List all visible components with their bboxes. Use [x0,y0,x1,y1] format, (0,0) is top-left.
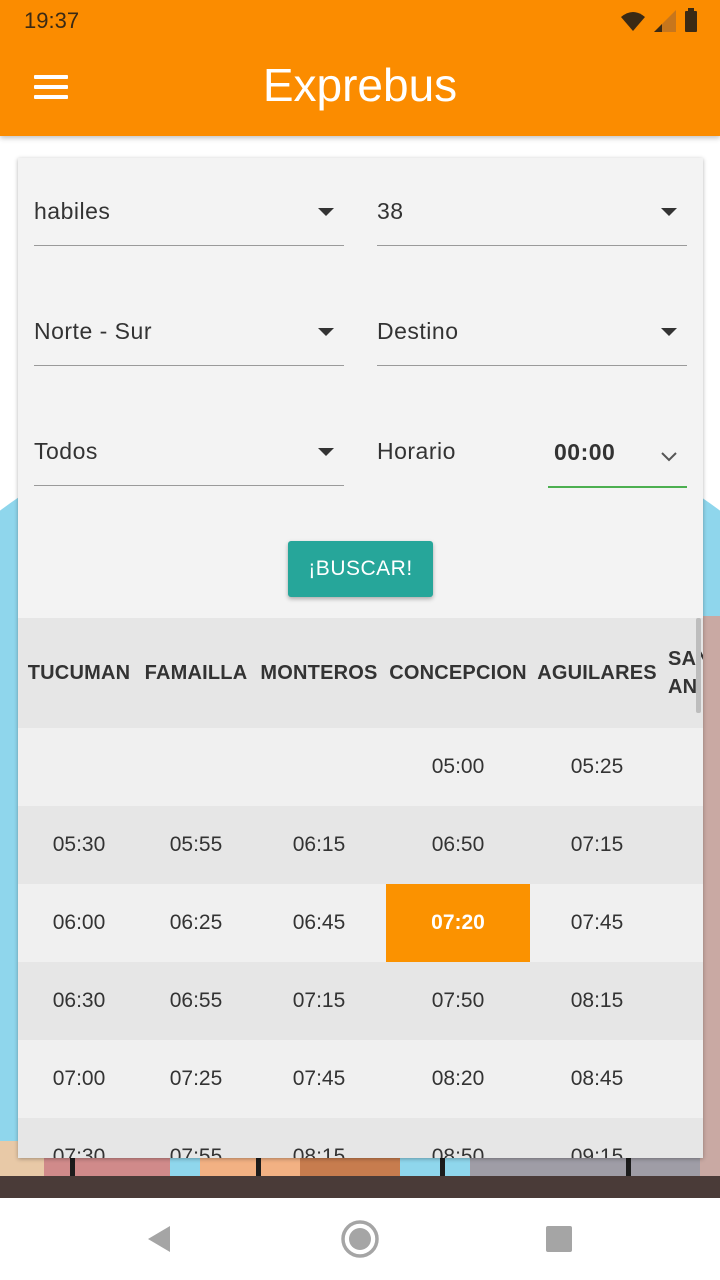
stops-dropdown[interactable]: Todos [34,398,344,486]
recent-apps-icon[interactable] [546,1226,572,1252]
horario-label: Horario [377,438,456,464]
status-icons [620,8,698,32]
time-cell: 08:20 [431,1067,485,1090]
time-cell: 06:45 [292,911,346,934]
time-value: 00:00 [554,439,616,465]
time-cell: 07:25 [169,1067,223,1090]
time-cell: 07:00 [52,1067,106,1090]
column-header: CONCEPCION [389,661,527,684]
line-value: 38 [377,198,404,224]
time-cell: 06:50 [431,833,485,856]
table-row: 07:30 07:55 08:15 08:50 09:15 [18,1118,703,1158]
day-type-value: habiles [34,198,111,224]
navigation-bar [0,1198,720,1280]
line-dropdown[interactable]: 38 [377,158,687,246]
time-cell: 06:15 [292,833,346,856]
destination-value: Destino [377,318,459,344]
table-row: 05:00 05:25 [18,728,703,806]
scrollbar[interactable] [696,618,701,713]
dropdown-arrow-icon [318,208,334,216]
highlighted-time-cell: 07:20 [386,884,530,962]
destination-dropdown[interactable]: Destino [377,278,687,366]
time-cell: 06:25 [169,911,223,934]
street-lamp [440,1158,445,1176]
column-header: TUCUMAN [27,661,131,684]
time-cell: 06:30 [52,989,106,1012]
table-row: 06:00 06:25 06:45 07:20 07:45 [18,884,703,962]
app-bar: 19:37 Exprebus [0,0,720,136]
time-cell: 05:30 [52,833,106,856]
back-icon[interactable] [146,1225,172,1253]
time-cell: 07:30 [52,1145,106,1158]
status-time: 19:37 [24,8,80,33]
dropdown-arrow-icon [661,208,677,216]
street-lamp [626,1158,631,1176]
dropdown-arrow-icon [661,328,677,336]
time-cell: 08:15 [292,1145,346,1158]
timetable[interactable]: TUCUMAN FAMAILLA MONTEROS CONCEPCION AGU… [18,618,703,1158]
time-cell: 08:15 [570,989,624,1012]
timetable-header: TUCUMAN FAMAILLA MONTEROS CONCEPCION AGU… [18,618,703,728]
time-cell: 06:00 [52,911,106,934]
street-lamp [256,1158,261,1176]
search-button[interactable]: ¡BUSCAR! [288,541,433,597]
day-type-dropdown[interactable]: habiles [34,158,344,246]
time-cell: 05:00 [431,755,485,778]
dropdown-arrow-icon [318,448,334,456]
battery-icon [685,8,697,32]
time-cell: 07:55 [169,1145,223,1158]
table-row: 07:00 07:25 07:45 08:20 08:45 [18,1040,703,1118]
direction-dropdown[interactable]: Norte - Sur [34,278,344,366]
column-header: MONTEROS [260,661,378,684]
table-row: 06:30 06:55 07:15 07:50 08:15 [18,962,703,1040]
time-cell: 07:45 [292,1067,346,1090]
time-cell [252,728,386,806]
time-cell [18,728,140,806]
column-header: FAMAILLA [144,661,248,684]
time-picker[interactable]: 00:00 [548,408,687,488]
time-cell: 08:45 [570,1067,624,1090]
wifi-icon [621,12,645,31]
signal-icon [654,10,676,32]
time-cell: 07:45 [570,911,624,934]
street [0,1176,720,1198]
street-lamp [70,1158,75,1176]
stops-value: Todos [34,438,98,464]
home-icon[interactable] [339,1218,381,1260]
table-row: 05:30 05:55 06:15 06:50 07:15 [18,806,703,884]
direction-value: Norte - Sur [34,318,152,344]
dropdown-arrow-icon [318,328,334,336]
chevron-down-icon [661,452,677,462]
column-header: AGUILARES [537,661,657,684]
search-card: habiles 38 Norte - Sur Destino Todos Hor… [18,158,703,1158]
time-cell: 07:50 [431,989,485,1012]
time-cell: 07:15 [292,989,346,1012]
time-cell: 09:15 [570,1145,624,1158]
time-cell [140,728,252,806]
time-cell: 07:15 [570,833,624,856]
time-cell: 08:50 [431,1145,485,1158]
time-cell: 05:25 [570,755,624,778]
time-cell: 06:55 [169,989,223,1012]
app-title: Exprebus [262,59,458,111]
time-cell: 05:55 [169,833,223,856]
building [700,616,720,1176]
